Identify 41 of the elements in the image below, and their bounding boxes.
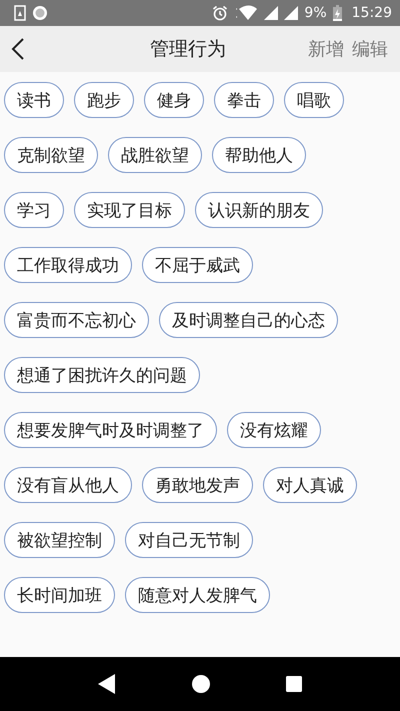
wifi-icon <box>234 5 258 21</box>
signal-icon <box>264 6 278 20</box>
behavior-tag[interactable]: 随意对人发脾气 <box>125 577 270 613</box>
battery-percent: 9% <box>304 5 327 21</box>
behavior-tag[interactable]: 工作取得成功 <box>4 247 132 283</box>
sim-card-icon <box>14 5 26 21</box>
back-icon[interactable] <box>97 673 117 695</box>
behavior-tag[interactable]: 读书 <box>4 82 64 118</box>
clock-time: 15:29 <box>352 5 392 21</box>
behavior-tag[interactable]: 富贵而不忘初心 <box>4 302 149 338</box>
behavior-tag[interactable]: 没有炫耀 <box>227 412 321 448</box>
alarm-clock-icon <box>212 5 228 21</box>
home-icon[interactable] <box>191 674 211 694</box>
behavior-tag[interactable]: 没有盲从他人 <box>4 467 132 503</box>
behavior-tag[interactable]: 健身 <box>144 82 204 118</box>
behavior-tag[interactable]: 认识新的朋友 <box>195 192 323 228</box>
behavior-tag[interactable]: 勇敢地发声 <box>142 467 253 503</box>
header-action[interactable]: 新增 <box>308 37 344 61</box>
behavior-tag[interactable]: 想通了困扰许久的问题 <box>4 357 200 393</box>
behavior-tag[interactable]: 长时间加班 <box>4 577 115 613</box>
behavior-tag[interactable]: 不屈于威武 <box>142 247 253 283</box>
signal-icon <box>284 6 298 20</box>
behavior-tag[interactable]: 被欲望控制 <box>4 522 115 558</box>
behavior-tag[interactable]: 拳击 <box>214 82 274 118</box>
behavior-tag[interactable]: 对人真诚 <box>263 467 357 503</box>
behavior-tag[interactable]: 跑步 <box>74 82 134 118</box>
behavior-tag[interactable]: 战胜欲望 <box>108 137 202 173</box>
header-action[interactable]: 编辑 <box>352 37 388 61</box>
recents-icon[interactable] <box>285 675 303 693</box>
behavior-tag[interactable]: 帮助他人 <box>212 137 306 173</box>
behavior-tag[interactable]: 想要发脾气时及时调整了 <box>4 412 217 448</box>
behavior-tag[interactable]: 实现了目标 <box>74 192 185 228</box>
behavior-tag[interactable]: 学习 <box>4 192 64 228</box>
back-icon[interactable] <box>10 37 26 61</box>
behavior-tag[interactable]: 唱歌 <box>284 82 344 118</box>
behavior-tag[interactable]: 克制欲望 <box>4 137 98 173</box>
record-icon <box>32 5 48 21</box>
behavior-tag[interactable]: 对自己无节制 <box>125 522 253 558</box>
battery-icon <box>332 5 342 21</box>
page-title: 管理行为 <box>149 37 227 62</box>
behavior-tag[interactable]: 及时调整自己的心态 <box>159 302 338 338</box>
